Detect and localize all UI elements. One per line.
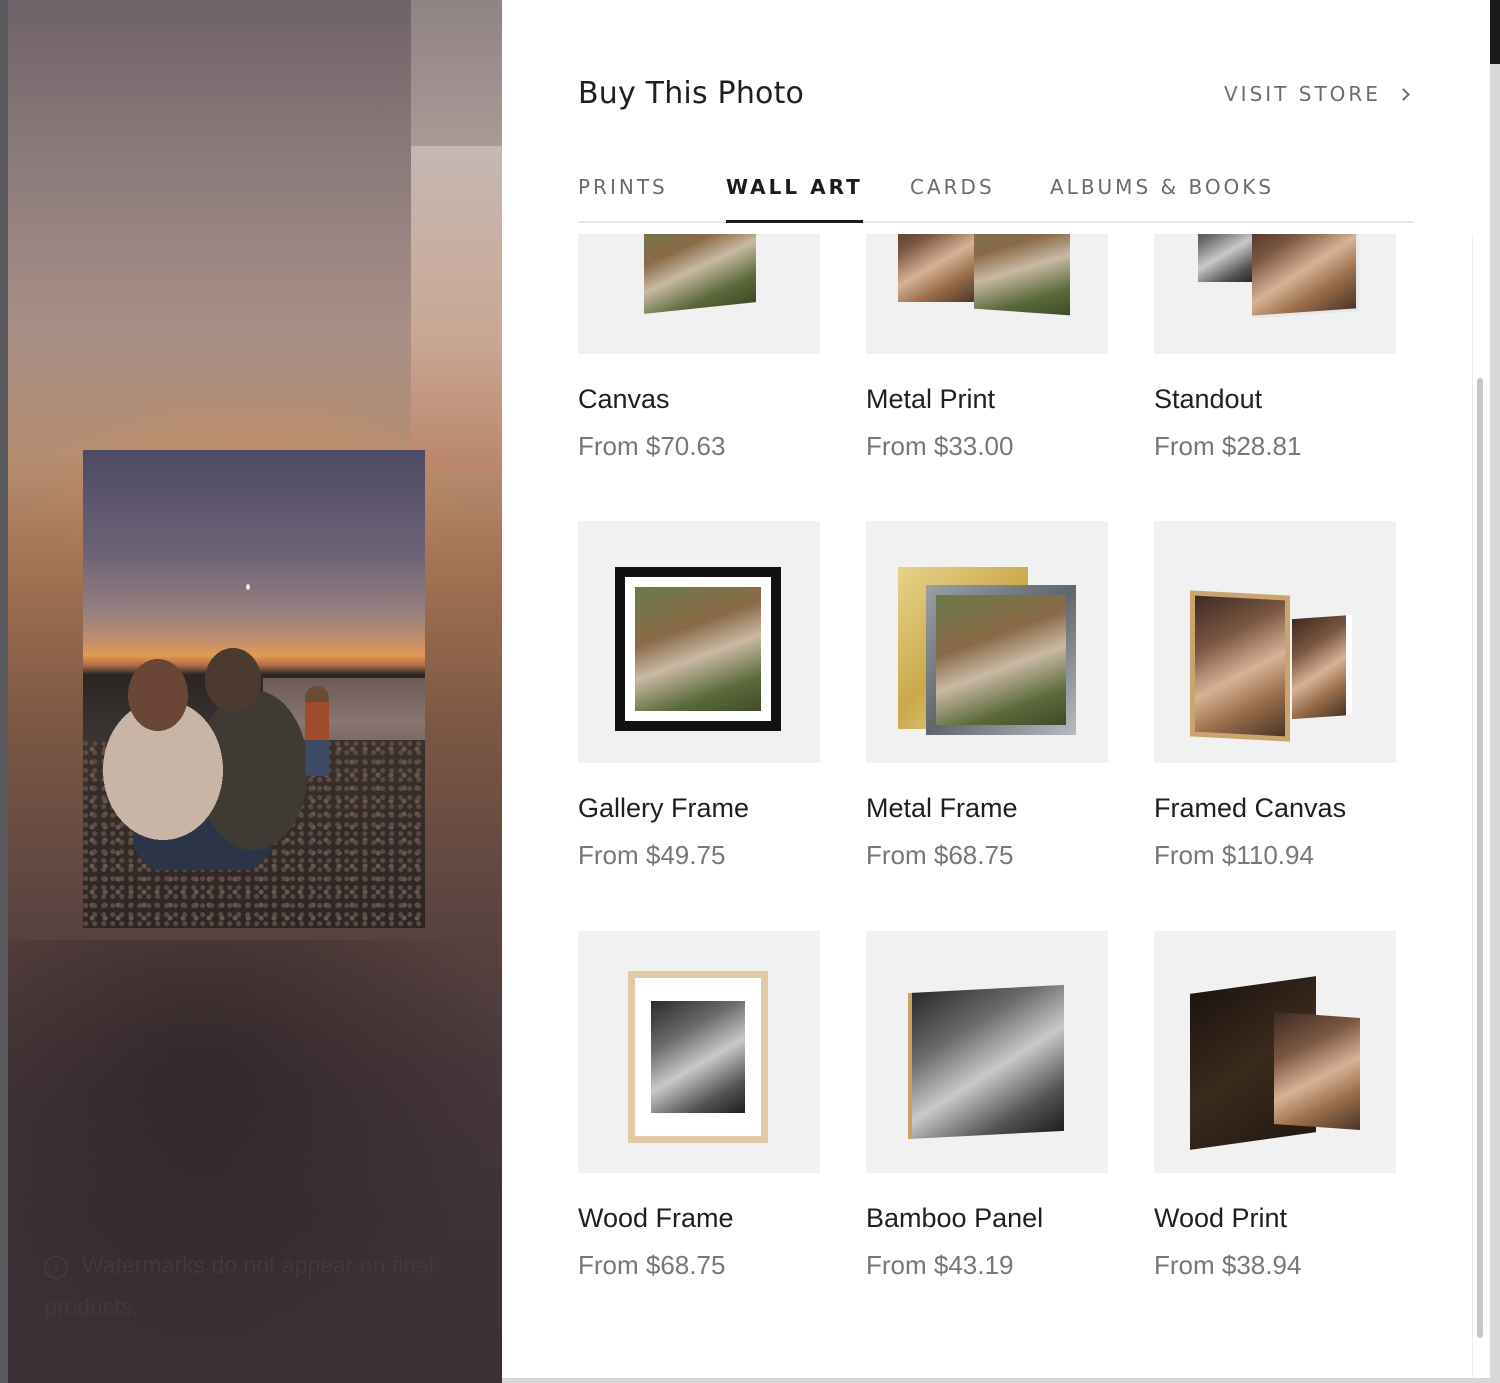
watermark-text: Watermarks do not appear on final produc… <box>44 1252 434 1320</box>
product-name: Framed Canvas <box>1154 793 1347 823</box>
product-card-gallery-frame[interactable]: Gallery Frame From $49.75 <box>578 521 820 872</box>
product-name: Metal Frame <box>866 793 1018 823</box>
product-card-framed-canvas[interactable]: Framed Canvas From $110.94 <box>1154 521 1396 872</box>
product-name: Standout <box>1154 384 1263 414</box>
product-price: From $33.00 <box>866 431 1014 461</box>
window-edge <box>0 0 8 1383</box>
wood-print-preview-front <box>1274 1011 1360 1131</box>
metal-print-preview-front <box>974 234 1070 316</box>
product-name: Wood Frame <box>578 1203 734 1233</box>
product-name: Metal Print <box>866 384 996 414</box>
product-grid: Canvas From $70.63 Metal Print From $33.… <box>578 234 1474 1378</box>
window-edge-dark <box>1490 0 1500 64</box>
product-thumbnail <box>866 234 1108 354</box>
product-card-canvas[interactable]: Canvas From $70.63 <box>578 234 820 463</box>
product-price: From $68.75 <box>866 840 1014 870</box>
product-name: Canvas <box>578 384 670 414</box>
product-thumbnail <box>1154 234 1396 354</box>
visit-store-link[interactable]: VISIT STORE <box>1224 82 1410 106</box>
framed-canvas-photo <box>1195 595 1285 737</box>
product-thumbnail <box>578 931 820 1173</box>
product-category-tabs: PRINTS WALL ART CARDS ALBUMS & BOOKS <box>578 172 1414 223</box>
wood-frame-photo <box>651 1001 745 1113</box>
product-card-metal-print[interactable]: Metal Print From $33.00 <box>866 234 1108 463</box>
buy-photo-panel: Buy This Photo VISIT STORE PRINTS WALL A… <box>502 0 1490 1378</box>
product-card-bamboo-panel[interactable]: Bamboo Panel From $43.19 <box>866 931 1108 1282</box>
scrollbar-thumb[interactable] <box>1477 378 1483 1338</box>
product-thumbnail <box>866 931 1108 1173</box>
bamboo-panel-preview <box>908 984 1064 1140</box>
product-price: From $43.19 <box>866 1250 1014 1280</box>
product-thumbnail <box>1154 931 1396 1173</box>
gallery-frame-border <box>615 567 781 731</box>
standout-preview-front <box>1252 234 1356 316</box>
product-thumbnail <box>578 234 820 354</box>
visit-store-label: VISIT STORE <box>1224 82 1381 106</box>
selected-photo <box>83 450 425 928</box>
canvas-preview <box>644 234 756 314</box>
product-name: Gallery Frame <box>578 793 750 823</box>
product-card-wood-frame[interactable]: Wood Frame From $68.75 <box>578 931 820 1282</box>
backdrop-blur-block <box>411 0 502 146</box>
tab-albums-books[interactable]: ALBUMS & BOOKS <box>1050 172 1274 223</box>
photo-backdrop: i Watermarks do not appear on final produ… <box>0 0 502 1383</box>
panel-title: Buy This Photo <box>578 76 805 111</box>
window-edge-light <box>1490 64 1500 1383</box>
standout-preview-back <box>1198 234 1258 282</box>
product-price: From $70.63 <box>578 431 726 461</box>
product-price: From $49.75 <box>578 840 726 870</box>
info-icon: i <box>44 1255 68 1279</box>
photo-moon <box>246 584 250 590</box>
product-name: Bamboo Panel <box>866 1203 1044 1233</box>
watermark-notice: i Watermarks do not appear on final produ… <box>44 1244 484 1328</box>
tab-wall-art[interactable]: WALL ART <box>726 172 863 223</box>
product-thumbnail <box>1154 521 1396 763</box>
chevron-right-icon <box>1397 87 1410 101</box>
framed-canvas-small <box>1292 614 1352 720</box>
product-card-standout[interactable]: Standout From $28.81 <box>1154 234 1396 463</box>
gallery-frame-photo <box>635 587 761 711</box>
metal-print-preview-back <box>898 234 976 302</box>
product-thumbnail <box>866 521 1108 763</box>
product-price: From $68.75 <box>578 1250 726 1280</box>
product-price: From $110.94 <box>1154 840 1314 870</box>
tab-prints[interactable]: PRINTS <box>578 172 668 223</box>
product-price: From $38.94 <box>1154 1250 1302 1280</box>
product-card-metal-frame[interactable]: Metal Frame From $68.75 <box>866 521 1108 872</box>
product-price: From $28.81 <box>1154 431 1302 461</box>
silver-frame <box>926 585 1076 735</box>
framed-canvas-frame <box>1190 590 1290 742</box>
product-thumbnail <box>578 521 820 763</box>
photo-family <box>83 640 323 870</box>
wood-frame-border <box>628 971 768 1143</box>
photo-child <box>305 686 329 776</box>
metal-frame-photo <box>936 595 1066 725</box>
tab-cards[interactable]: CARDS <box>910 172 995 223</box>
product-card-wood-print[interactable]: Wood Print From $38.94 <box>1154 931 1396 1282</box>
product-name: Wood Print <box>1154 1203 1288 1233</box>
